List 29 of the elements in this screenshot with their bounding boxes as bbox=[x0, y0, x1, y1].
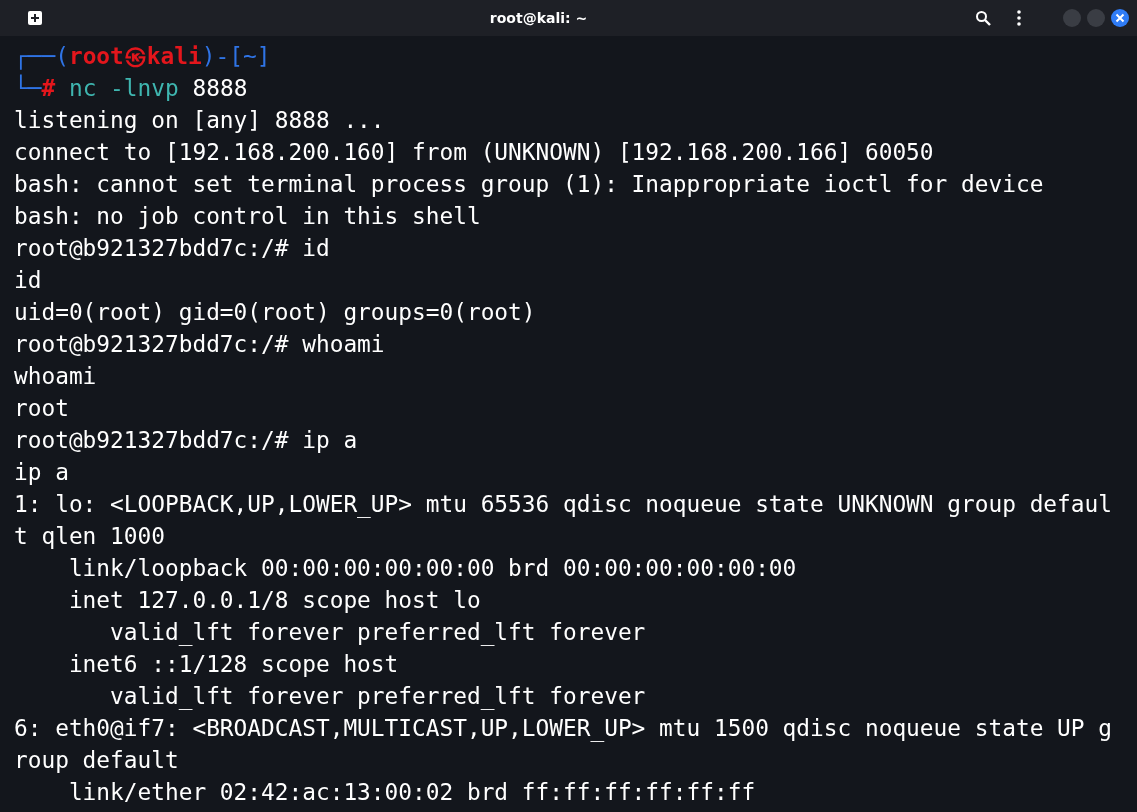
output-line: valid_lft forever preferred_lft forever bbox=[109, 618, 646, 648]
output-line: root@b921327bdd7c:/# ip a bbox=[14, 426, 358, 455]
output-line: link/loopback 00:00:00:00:00:00 brd 00:00:00:00:00:00 bbox=[67, 554, 797, 583]
output-line: root@b921327bdd7c:/# id bbox=[14, 234, 330, 263]
output-line: id bbox=[14, 266, 42, 295]
search-icon[interactable] bbox=[975, 10, 991, 26]
output-line: connect to [192.168.200.160] from (UNKNOWN) [192.168.200.166] 60050 bbox=[14, 138, 934, 167]
new-tab-icon[interactable] bbox=[28, 11, 42, 25]
output-line: link/ether 02:42:ac:13:00:02 brd ff:ff:ff:ff:ff:ff bbox=[67, 778, 756, 807]
command-line: └─# nc -lnvp 8888 bbox=[14, 73, 248, 103]
prompt-line: ┌──(root㉿kali)-[~] bbox=[14, 42, 271, 72]
output-line: whoami bbox=[14, 362, 97, 391]
output-line: t qlen 1000 bbox=[14, 522, 165, 551]
output-line: 1: lo: <LOOPBACK,UP,LOWER_UP> mtu 65536 qdisc noqueue state UNKNOWN group defaul bbox=[14, 490, 1112, 520]
output-line: ip a bbox=[14, 458, 69, 487]
output-line: bash: no job control in this shell bbox=[14, 202, 481, 231]
output-line: root bbox=[14, 394, 69, 423]
output-line: uid=0(root) gid=0(root) groups=0(root) bbox=[14, 298, 536, 327]
output-line: bash: cannot set terminal process group (1): Inappropriate ioctl for device bbox=[14, 170, 1044, 199]
output-line: roup default bbox=[14, 746, 179, 775]
output-line: valid_lft forever preferred_lft forever bbox=[109, 682, 646, 712]
output-line: inet6 ::1/128 scope host bbox=[67, 650, 399, 679]
output-line: listening on [any] 8888 ... bbox=[14, 106, 385, 135]
output-line: inet 127.0.0.1/8 scope host lo bbox=[67, 586, 481, 615]
close-icon[interactable] bbox=[1111, 9, 1129, 27]
output-line: root@b921327bdd7c:/# whoami bbox=[14, 330, 385, 359]
window-title: root@kali: ~ bbox=[488, 10, 589, 26]
menu-icon[interactable] bbox=[1017, 10, 1021, 26]
output-line: 6: eth0@if7: <BROADCAST,MULTICAST,UP,LOWER_UP> mtu 1500 qdisc noqueue state UP g bbox=[14, 714, 1112, 744]
